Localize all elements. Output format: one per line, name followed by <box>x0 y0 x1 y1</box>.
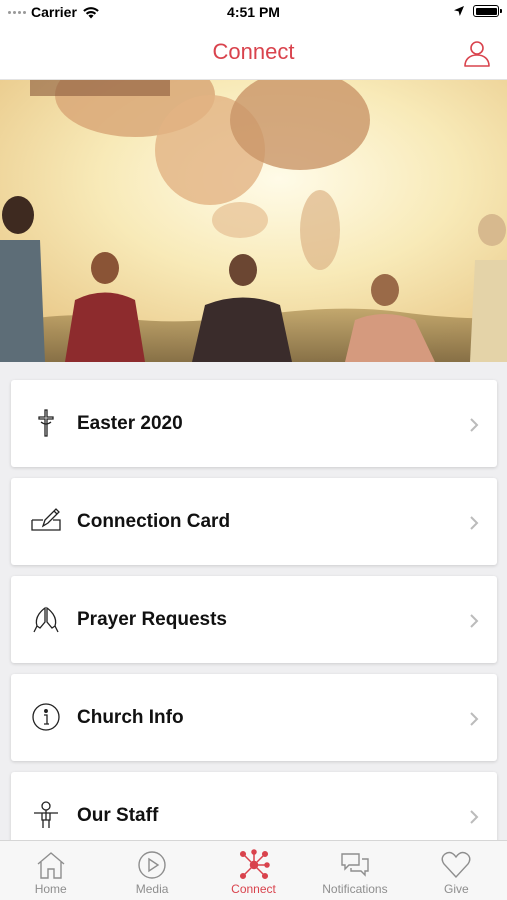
tab-label: Media <box>135 882 169 896</box>
chevron-right-icon <box>470 516 479 530</box>
menu-item-label: Our Staff <box>77 804 159 826</box>
menu-item-label: Church Info <box>77 706 184 728</box>
page-title: Connect <box>212 39 295 64</box>
menu-item-connection-card[interactable]: Connection Card <box>11 478 497 565</box>
menu-item-label: Easter 2020 <box>77 412 183 434</box>
menu-item-label: Prayer Requests <box>77 608 227 630</box>
staff-person-icon <box>34 801 58 828</box>
cross-icon <box>38 409 54 437</box>
play-icon <box>138 851 166 879</box>
tab-media[interactable]: Media <box>101 841 202 900</box>
home-icon <box>37 852 65 879</box>
hero-image <box>0 80 507 362</box>
tab-bar: Home Media Connect Notifications Give <box>0 840 507 900</box>
chevron-right-icon <box>470 614 479 628</box>
chevron-right-icon <box>470 712 479 726</box>
card-pen-icon <box>31 508 61 531</box>
tab-label: Home <box>34 882 67 896</box>
menu-item-church-info[interactable]: Church Info <box>11 674 497 761</box>
info-icon <box>32 703 60 731</box>
tab-connect[interactable]: Connect <box>203 841 304 900</box>
tab-label: Give <box>443 882 469 896</box>
hero-illustration <box>0 80 507 362</box>
battery-icon <box>473 5 502 17</box>
status-bar: Carrier 4:51 PM <box>0 0 507 26</box>
status-time: 4:51 PM <box>227 4 280 20</box>
chevron-right-icon <box>470 418 479 432</box>
connect-network-icon <box>239 849 270 880</box>
menu-item-label: Connection Card <box>77 510 231 532</box>
tab-label: Connect <box>231 882 276 896</box>
menu-item-prayer-requests[interactable]: Prayer Requests <box>11 576 497 663</box>
profile-icon[interactable] <box>463 39 491 67</box>
tab-home[interactable]: Home <box>0 841 101 900</box>
tab-notifications[interactable]: Notifications <box>304 841 405 900</box>
nav-bar: Connect <box>0 26 507 80</box>
location-arrow-icon <box>454 6 464 16</box>
heart-icon <box>441 851 471 879</box>
menu-item-easter-2020[interactable]: Easter 2020 <box>11 380 497 467</box>
tab-label: Notifications <box>322 882 388 896</box>
chat-bubbles-icon <box>341 853 369 877</box>
tab-give[interactable]: Give <box>406 841 507 900</box>
praying-hands-icon <box>33 606 59 633</box>
connect-menu-list: Easter 2020 Connection Card Prayer Reque… <box>11 380 497 870</box>
status-right <box>453 5 502 17</box>
chevron-right-icon <box>470 810 479 824</box>
